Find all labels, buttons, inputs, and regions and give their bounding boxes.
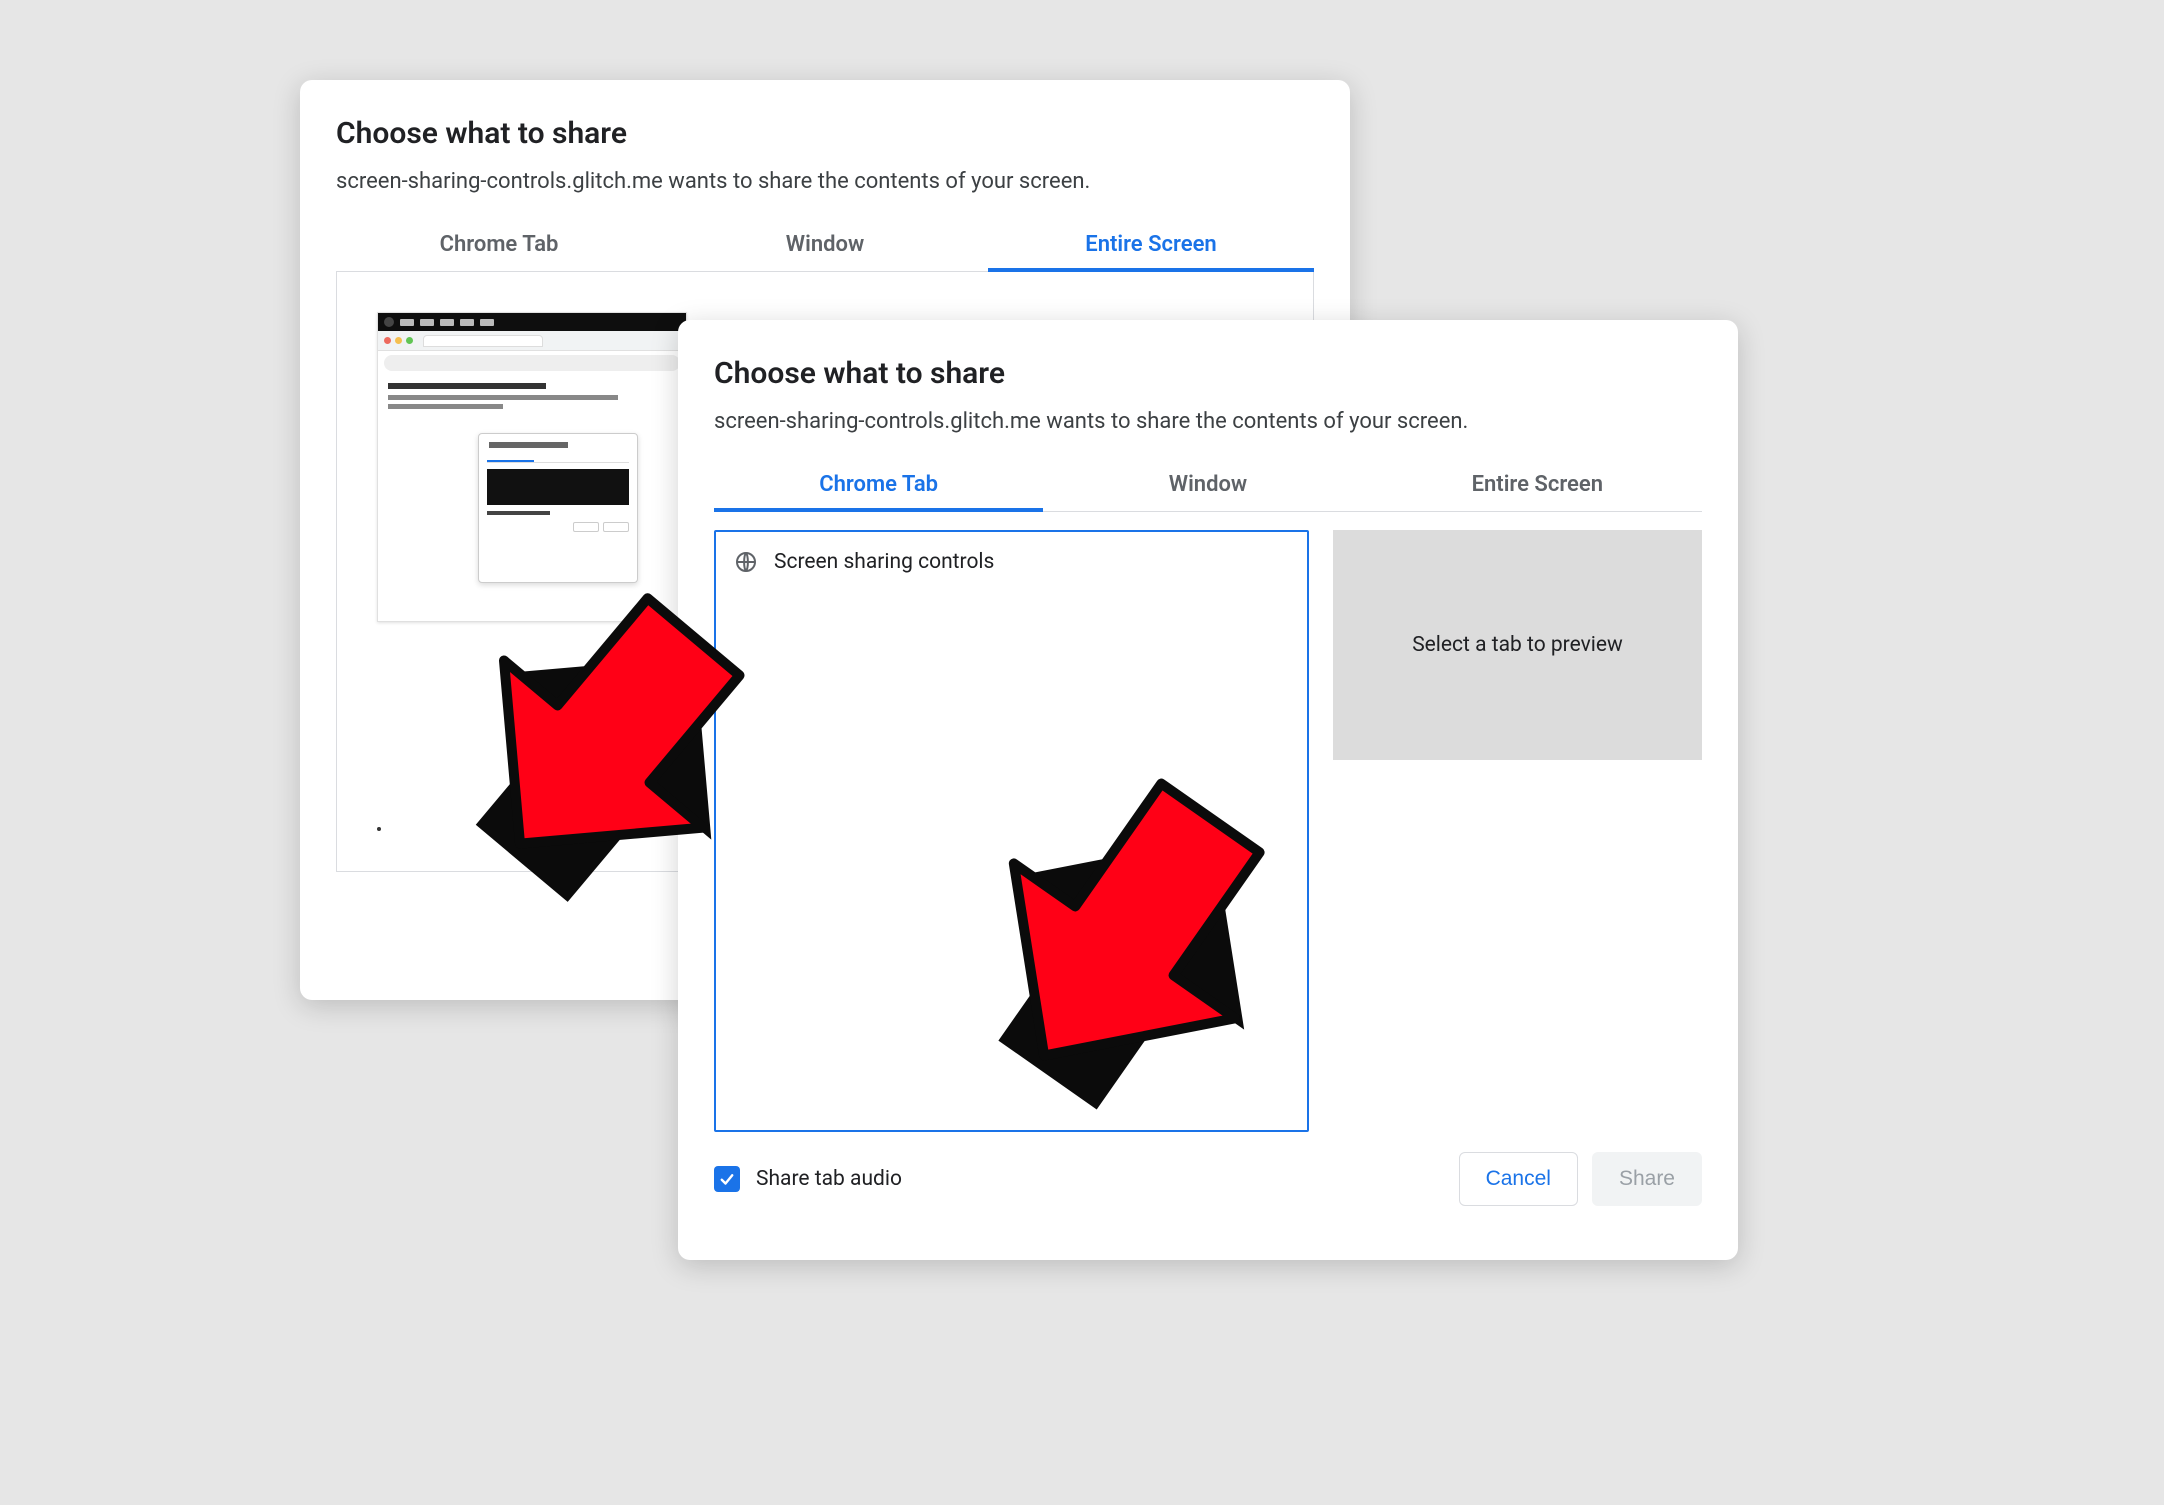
dialog-title: Choose what to share — [714, 356, 1702, 391]
list-item[interactable]: Screen sharing controls — [734, 550, 1289, 574]
dialog-subtitle: screen-sharing-controls.glitch.me wants … — [714, 409, 1702, 434]
cancel-button[interactable]: Cancel — [1459, 1152, 1578, 1206]
check-icon — [714, 1166, 740, 1192]
tab-chrome-tab[interactable]: Chrome Tab — [714, 460, 1043, 511]
dialog-subtitle: screen-sharing-controls.glitch.me wants … — [336, 169, 1314, 194]
tab-window[interactable]: Window — [1043, 460, 1372, 511]
dialog-title: Choose what to share — [336, 116, 1314, 151]
share-dialog-chrome-tab: Choose what to share screen-sharing-cont… — [678, 320, 1738, 1260]
share-tab-audio-label: Share tab audio — [756, 1167, 902, 1191]
preview-placeholder: Select a tab to preview — [1333, 530, 1702, 760]
list-item-label: Screen sharing controls — [774, 550, 994, 574]
globe-icon — [734, 550, 758, 574]
tab-chrome-tab[interactable]: Chrome Tab — [336, 220, 662, 271]
pagination-dot — [377, 827, 381, 831]
share-tabs: Chrome Tab Window Entire Screen — [336, 220, 1314, 272]
share-tabs: Chrome Tab Window Entire Screen — [714, 460, 1702, 512]
tab-entire-screen[interactable]: Entire Screen — [988, 220, 1314, 271]
share-tab-audio-checkbox[interactable]: Share tab audio — [714, 1166, 902, 1192]
tab-entire-screen[interactable]: Entire Screen — [1373, 460, 1702, 511]
share-button[interactable]: Share — [1592, 1152, 1702, 1206]
screen-thumbnail[interactable] — [377, 312, 687, 622]
tab-list[interactable]: Screen sharing controls — [714, 530, 1309, 1132]
tab-window[interactable]: Window — [662, 220, 988, 271]
